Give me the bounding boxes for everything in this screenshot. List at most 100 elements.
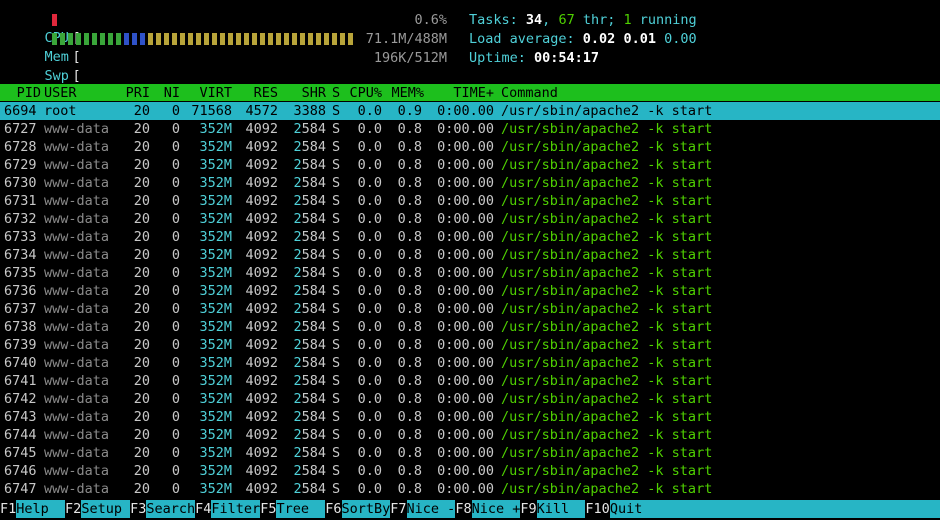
meter-tick xyxy=(300,33,305,45)
fkey-f9[interactable]: F9 Kill xyxy=(520,500,586,518)
cell-cpu: 0.0 xyxy=(357,445,382,461)
fkey-bar-filler xyxy=(642,500,940,518)
meters-panel: CPU[ 0.6% Mem[ 71.1M/488M Swp[ 196K/512M xyxy=(12,11,447,84)
cell-res: 4092 xyxy=(245,139,278,155)
fkey-f1[interactable]: F1 Help xyxy=(0,500,66,518)
cell-ni: 0 xyxy=(171,409,180,425)
fkey-action-label: Setup xyxy=(81,500,131,518)
load-average-line: Load average: 0.02 0.01 0.00 xyxy=(469,30,697,49)
column-header-ni[interactable]: NI xyxy=(158,84,180,102)
cell-pid: 6735 xyxy=(4,265,37,281)
column-header-cpu[interactable]: CPU% xyxy=(348,84,382,102)
cell-ni: 0 xyxy=(171,373,180,389)
column-header-res[interactable]: RES xyxy=(236,84,278,102)
cell-user: www-data xyxy=(44,157,110,173)
mem-meter: Mem[ 71.1M/488M xyxy=(12,30,447,65)
column-header-state[interactable]: S xyxy=(332,84,342,102)
cell-mem: 0.8 xyxy=(397,319,422,335)
column-header-pri[interactable]: PRI xyxy=(120,84,150,102)
fkey-f4[interactable]: F4 Filter xyxy=(195,500,261,518)
meter-tick xyxy=(236,33,241,45)
column-header-pid[interactable]: PID xyxy=(4,84,41,102)
cell-mem: 0.8 xyxy=(397,373,422,389)
fkey-key-label: F8 xyxy=(455,500,472,518)
process-row[interactable]: 6744 www-data 20 0 352M 4092 2584 S 0.0 0.8 0:00.0… xyxy=(0,426,940,444)
cell-ni: 0 xyxy=(171,337,180,353)
cell-shr: 2584 xyxy=(293,481,326,497)
cell-pri: 20 xyxy=(133,445,150,461)
fkey-f10[interactable]: F10 Quit xyxy=(585,500,643,518)
fkey-f3[interactable]: F3 Search xyxy=(130,500,196,518)
selected-process-row[interactable]: 6694 root 20 0 71568 4572 3388 S 0.0 0.9 0:00.00/u… xyxy=(0,102,940,120)
column-header-time[interactable]: TIME+ xyxy=(444,84,494,102)
cell-time: 0:00.00 xyxy=(437,157,494,173)
cell-user: www-data xyxy=(44,373,110,389)
fkey-f6[interactable]: F6 SortBy xyxy=(325,500,391,518)
cell-user: www-data xyxy=(44,337,110,353)
process-row[interactable]: 6738 www-data 20 0 352M 4092 2584 S 0.0 0.8 0:00.0… xyxy=(0,318,940,336)
cell-cmd: /usr/sbin/apache2 -k start xyxy=(501,373,713,389)
column-header-mem[interactable]: MEM% xyxy=(388,84,424,102)
cell-mem: 0.8 xyxy=(397,247,422,263)
process-row[interactable]: 6743 www-data 20 0 352M 4092 2584 S 0.0 0.8 0:00.0… xyxy=(0,408,940,426)
cell-pid: 6744 xyxy=(4,427,37,443)
cell-pid: 6729 xyxy=(4,157,37,173)
cell-cpu: 0.0 xyxy=(357,481,382,497)
cell-res: 4092 xyxy=(245,319,278,335)
process-row[interactable]: 6737 www-data 20 0 352M 4092 2584 S 0.0 0.8 0:00.0… xyxy=(0,300,940,318)
fkey-action-label: Nice + xyxy=(471,500,521,518)
cell-cmd: /usr/sbin/apache2 -k start xyxy=(501,157,713,173)
cell-ni: 0 xyxy=(171,427,180,443)
cell-user: www-data xyxy=(44,301,110,317)
process-row[interactable]: 6732 www-data 20 0 352M 4092 2584 S 0.0 0.8 0:00.0… xyxy=(0,210,940,228)
process-row[interactable]: 6741 www-data 20 0 352M 4092 2584 S 0.0 0.8 0:00.0… xyxy=(0,372,940,390)
process-row[interactable]: 6740 www-data 20 0 352M 4092 2584 S 0.0 0.8 0:00.0… xyxy=(0,354,940,372)
cell-pri: 20 xyxy=(133,481,150,497)
shr-first-digit: 2 xyxy=(293,121,302,137)
process-row[interactable]: 6735 www-data 20 0 352M 4092 2584 S 0.0 0.8 0:00.0… xyxy=(0,264,940,282)
fkey-f2[interactable]: F2 Setup xyxy=(65,500,131,518)
cell-time: 0:00.00 xyxy=(437,103,494,119)
meter-tick xyxy=(116,33,121,45)
cell-ni: 0 xyxy=(171,301,180,317)
process-row[interactable]: 6730 www-data 20 0 352M 4092 2584 S 0.0 0.8 0:00.0… xyxy=(0,174,940,192)
meter-tick xyxy=(316,33,321,45)
process-row[interactable]: 6742 www-data 20 0 352M 4092 2584 S 0.0 0.8 0:00.0… xyxy=(0,390,940,408)
cell-mem: 0.8 xyxy=(397,445,422,461)
fkey-f7[interactable]: F7 Nice - xyxy=(390,500,456,518)
fkey-key-label: F1 xyxy=(0,500,17,518)
column-header-shr[interactable]: SHR xyxy=(284,84,326,102)
process-row[interactable]: 6739 www-data 20 0 352M 4092 2584 S 0.0 0.8 0:00.0… xyxy=(0,336,940,354)
process-row[interactable]: 6734 www-data 20 0 352M 4092 2584 S 0.0 0.8 0:00.0… xyxy=(0,246,940,264)
cell-res: 4092 xyxy=(245,481,278,497)
process-row[interactable]: 6729 www-data 20 0 352M 4092 2584 S 0.0 0.8 0:00.0… xyxy=(0,156,940,174)
cell-s: S xyxy=(332,139,341,155)
column-header-virt[interactable]: VIRT xyxy=(186,84,232,102)
process-row[interactable]: 6745 www-data 20 0 352M 4092 2584 S 0.0 0.8 0:00.0… xyxy=(0,444,940,462)
cell-cmd: /usr/sbin/apache2 -k start xyxy=(501,121,713,137)
cell-mem: 0.8 xyxy=(397,481,422,497)
cell-ni: 0 xyxy=(171,463,180,479)
cell-time: 0:00.00 xyxy=(437,409,494,425)
cell-shr: 3388 xyxy=(293,103,326,119)
process-row[interactable]: 6728 www-data 20 0 352M 4092 2584 S 0.0 0.8 0:00.0… xyxy=(0,138,940,156)
process-row[interactable]: 6736 www-data 20 0 352M 4092 2584 S 0.0 0.8 0:00.0… xyxy=(0,282,940,300)
cell-shr: 2584 xyxy=(293,247,326,263)
cell-user: www-data xyxy=(44,247,110,263)
process-list[interactable]: 6694 root 20 0 71568 4572 3388 S 0.0 0.9 0:00.00/u… xyxy=(0,102,940,498)
process-row[interactable]: 6733 www-data 20 0 352M 4092 2584 S 0.0 0.8 0:00.0… xyxy=(0,228,940,246)
column-header-command[interactable]: Command xyxy=(501,84,558,102)
cell-shr: 2584 xyxy=(293,157,326,173)
cell-virt: 352M xyxy=(199,283,232,299)
process-row[interactable]: 6746 www-data 20 0 352M 4092 2584 S 0.0 0.8 0:00.0… xyxy=(0,462,940,480)
cell-s: S xyxy=(332,337,341,353)
fkey-f5[interactable]: F5 Tree xyxy=(260,500,326,518)
fkey-f8[interactable]: F8 Nice + xyxy=(455,500,521,518)
column-header-user[interactable]: USER xyxy=(44,84,77,102)
process-row[interactable]: 6747 www-data 20 0 352M 4092 2584 S 0.0 0.8 0:00.0… xyxy=(0,480,940,498)
process-row[interactable]: 6727 www-data 20 0 352M 4092 2584 S 0.0 0.8 0:00.0… xyxy=(0,120,940,138)
process-row[interactable]: 6731 www-data 20 0 352M 4092 2584 S 0.0 0.8 0:00.0… xyxy=(0,192,940,210)
shr-first-digit: 2 xyxy=(293,337,302,353)
cell-virt: 352M xyxy=(199,319,232,335)
meter-tick xyxy=(340,33,345,45)
